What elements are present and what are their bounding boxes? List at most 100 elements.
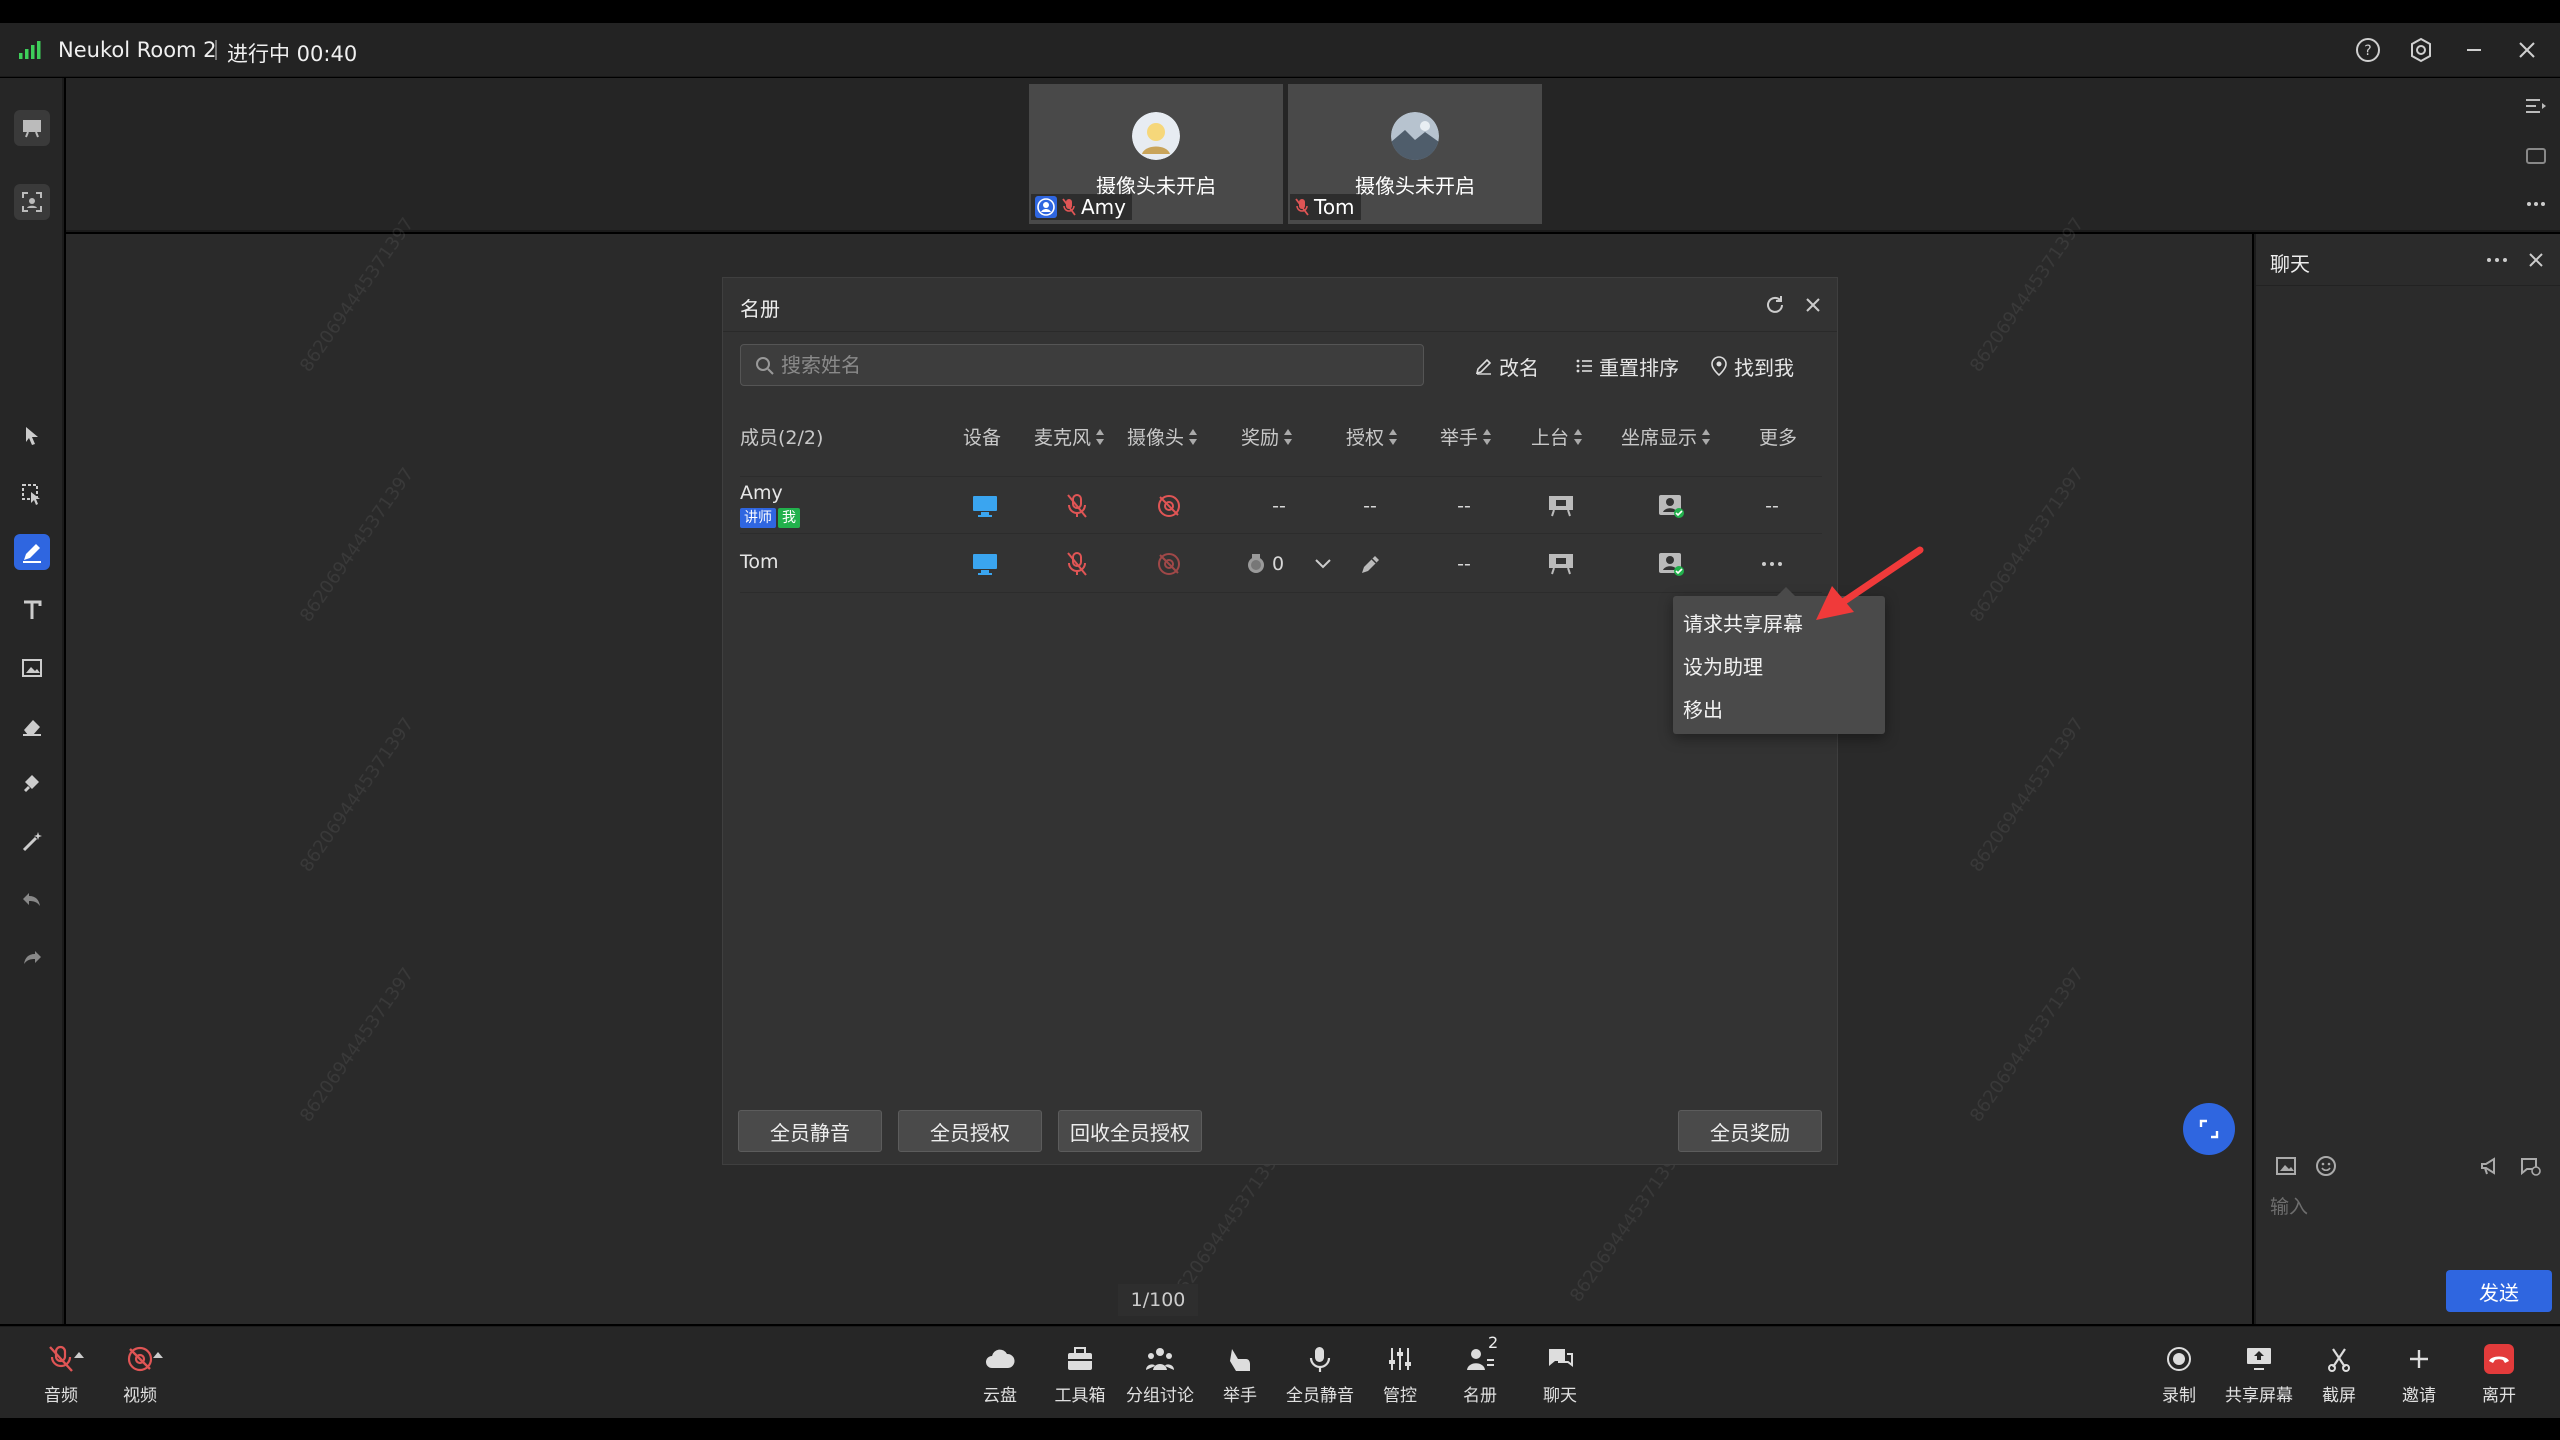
member-name: Amy <box>740 482 783 504</box>
list-icon <box>1576 359 1592 373</box>
breakout-button[interactable]: 分组讨论 <box>1120 1337 1200 1409</box>
screenshot-button[interactable]: 截屏 <box>2299 1337 2379 1409</box>
menu-item-set-assistant[interactable]: 设为助理 <box>1683 651 1763 680</box>
toolbox-icon <box>1064 1343 1096 1375</box>
chat-button[interactable]: 聊天 <box>1520 1337 1600 1409</box>
stage-icon[interactable] <box>1546 491 1576 521</box>
col-camera[interactable]: 摄像头 <box>1127 423 1198 450</box>
settings-button[interactable] <box>2407 36 2435 64</box>
me-badge: 我 <box>778 508 800 528</box>
reorder-button[interactable]: 重置排序 <box>1575 351 1679 381</box>
row-more-button[interactable] <box>1757 549 1787 579</box>
stage-icon[interactable] <box>1546 549 1576 579</box>
col-members: 成员(2/2) <box>740 427 824 449</box>
roster-dialog: 名册 改名 重置排序 找到我 成员(2/2) 设备 麦克风 摄像头 奖励 授权 … <box>722 277 1838 1165</box>
expand-button[interactable] <box>2183 1103 2235 1155</box>
member-badges: 讲师 我 <box>740 508 800 528</box>
chat-emoji-button[interactable] <box>2314 1154 2340 1180</box>
record-button[interactable]: 录制 <box>2139 1337 2219 1409</box>
controls-button[interactable]: 管控 <box>1360 1337 1440 1409</box>
camera-off-icon[interactable] <box>1154 549 1184 579</box>
rename-button[interactable]: 改名 <box>1475 351 1539 381</box>
chat-input[interactable] <box>2270 1192 2540 1222</box>
invite-button[interactable]: 邀请 <box>2379 1337 2459 1409</box>
close-button[interactable] <box>2513 36 2541 64</box>
seat-display-icon[interactable] <box>1656 549 1686 579</box>
svg-text:?: ? <box>2364 43 2371 59</box>
refresh-button[interactable] <box>1763 293 1787 317</box>
fullscreen-icon <box>2199 1119 2219 1139</box>
select-tool-button[interactable] <box>14 418 50 454</box>
member-name: Tom <box>740 551 779 573</box>
camera-off-icon[interactable] <box>1154 491 1184 521</box>
paint-bucket-icon <box>24 775 39 792</box>
toolbox-button[interactable]: 工具箱 <box>1040 1337 1120 1409</box>
raise-hand-button[interactable]: 举手 <box>1200 1337 1280 1409</box>
find-me-button[interactable]: 找到我 <box>1710 351 1794 381</box>
chat-more-button[interactable] <box>2484 248 2510 272</box>
video-tile-amy[interactable]: 摄像头未开启 Amy <box>1029 84 1283 224</box>
list-collapse-icon <box>2526 99 2546 113</box>
col-mic[interactable]: 麦克风 <box>1034 423 1105 450</box>
more-options-button[interactable] <box>2522 190 2550 218</box>
reward-all-button[interactable]: 全员奖励 <box>1678 1110 1822 1152</box>
caret-up-icon[interactable] <box>73 1351 85 1359</box>
fill-tool-button[interactable] <box>14 766 50 802</box>
area-select-tool-button[interactable] <box>14 476 50 512</box>
caret-up-icon[interactable] <box>152 1351 164 1359</box>
layout-toggle-button[interactable] <box>2522 92 2550 120</box>
chat-title: 聊天 <box>2270 252 2310 276</box>
authorize-all-button[interactable]: 全员授权 <box>898 1110 1042 1152</box>
video-name: Tom <box>1314 195 1355 219</box>
menu-item-request-share[interactable]: 请求共享屏幕 <box>1683 608 1803 637</box>
col-auth[interactable]: 授权 <box>1346 423 1398 450</box>
reward-dropdown[interactable] <box>1308 549 1338 579</box>
minimize-button[interactable] <box>2460 36 2488 64</box>
avatar <box>1132 112 1180 160</box>
menu-item-remove[interactable]: 移出 <box>1683 694 1723 723</box>
raise-hand-value: -- <box>1457 495 1471 517</box>
mic-off-icon[interactable] <box>1062 549 1092 579</box>
chat-settings-button[interactable] <box>2518 1154 2544 1180</box>
image-tool-button[interactable] <box>14 650 50 686</box>
mute-all-button[interactable]: 全员静音 <box>738 1110 882 1152</box>
text-tool-button[interactable] <box>14 592 50 628</box>
chat-image-button[interactable] <box>2274 1154 2300 1180</box>
pip-button[interactable] <box>2522 142 2550 170</box>
video-button[interactable]: 视频 <box>100 1337 180 1409</box>
col-stage[interactable]: 上台 <box>1531 423 1583 450</box>
gear-icon <box>2411 37 2431 63</box>
redo-button[interactable] <box>14 940 50 976</box>
video-label: 视频 <box>123 1386 157 1406</box>
revoke-all-auth-button[interactable]: 回收全员授权 <box>1058 1110 1202 1152</box>
close-icon <box>2529 253 2543 267</box>
undo-button[interactable] <box>14 882 50 918</box>
leave-button[interactable]: 离开 <box>2459 1337 2539 1409</box>
roster-title: 名册 <box>740 297 780 321</box>
pen-tool-button[interactable] <box>14 534 50 570</box>
whiteboard-button[interactable] <box>14 110 50 146</box>
roster-close-button[interactable] <box>1801 293 1825 317</box>
video-tile-tom[interactable]: 摄像头未开启 Tom <box>1288 84 1542 224</box>
roster-button[interactable]: 2 名册 <box>1440 1333 1520 1409</box>
col-seat-display[interactable]: 坐席显示 <box>1621 423 1711 450</box>
chat-announce-button[interactable] <box>2478 1154 2504 1180</box>
col-raise-hand[interactable]: 举手 <box>1440 423 1492 450</box>
laser-tool-button[interactable] <box>14 824 50 860</box>
col-reward[interactable]: 奖励 <box>1241 423 1293 450</box>
mute-all-bottom-button[interactable]: 全员静音 <box>1280 1337 1360 1409</box>
help-button[interactable]: ? <box>2354 36 2382 64</box>
room-name: Neukol Room 2 <box>58 38 217 62</box>
share-screen-button[interactable]: 共享屏幕 <box>2219 1337 2299 1409</box>
eraser-tool-button[interactable] <box>14 708 50 744</box>
screenshot-icon <box>2323 1343 2355 1375</box>
seat-display-icon[interactable] <box>1656 491 1686 521</box>
audio-button[interactable]: 音频 <box>21 1337 101 1409</box>
send-button[interactable]: 发送 <box>2446 1270 2552 1312</box>
chat-close-button[interactable] <box>2524 248 2548 272</box>
cloud-drive-button[interactable]: 云盘 <box>960 1337 1040 1409</box>
screenshot-tool-button[interactable] <box>14 184 50 220</box>
search-input[interactable] <box>781 351 1401 379</box>
authorize-button[interactable] <box>1356 549 1386 579</box>
mic-off-icon[interactable] <box>1062 491 1092 521</box>
